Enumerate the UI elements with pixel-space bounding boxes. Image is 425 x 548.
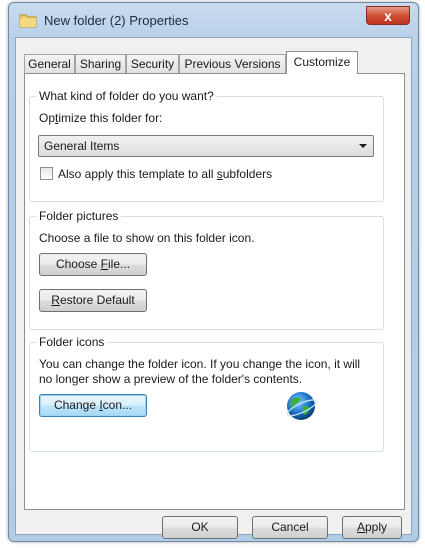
ok-button[interactable]: OK: [162, 516, 238, 539]
dialog-client-area: General Sharing Security Previous Versio…: [15, 37, 412, 539]
optimize-dropdown[interactable]: General Items: [38, 135, 374, 157]
close-button[interactable]: x: [366, 6, 410, 25]
globe-icon: [286, 392, 318, 420]
tab-previous-versions[interactable]: Previous Versions: [179, 54, 286, 73]
folder-icons-description-line2: no longer show a preview of the folder's…: [39, 372, 303, 386]
properties-window: New folder (2) Properties x General Shar…: [8, 2, 419, 542]
cancel-button[interactable]: Cancel: [252, 516, 328, 539]
apply-subfolders-checkbox[interactable]: [40, 167, 53, 180]
tab-sharing[interactable]: Sharing: [75, 54, 126, 73]
tab-customize[interactable]: Customize: [286, 51, 358, 74]
folder-icons-group: Folder icons You can change the folder i…: [29, 335, 384, 452]
choose-file-button[interactable]: Choose File...: [39, 253, 147, 276]
tab-security[interactable]: Security: [126, 54, 179, 73]
folder-type-group-title: What kind of folder do you want?: [36, 89, 217, 103]
restore-default-button[interactable]: Restore Default: [39, 289, 147, 312]
folder-icons-description-line1: You can change the folder icon. If you c…: [39, 357, 361, 371]
window-title: New folder (2) Properties: [44, 13, 189, 28]
optimize-selected-value: General Items: [44, 139, 120, 153]
apply-subfolders-label[interactable]: Also apply this template to all subfolde…: [58, 167, 272, 181]
tab-general[interactable]: General: [24, 54, 75, 73]
dropdown-arrow-icon: [359, 144, 367, 148]
folder-pictures-group-title: Folder pictures: [36, 209, 122, 223]
folder-pictures-group: Folder pictures Choose a file to show on…: [29, 209, 384, 330]
customize-panel: What kind of folder do you want? Optimiz…: [24, 73, 405, 510]
optimize-label: Optimize this folder for:: [39, 111, 163, 125]
folder-icons-group-title: Folder icons: [36, 335, 108, 349]
change-icon-button[interactable]: Change Icon...: [39, 394, 147, 417]
title-bar[interactable]: New folder (2) Properties x: [9, 3, 418, 37]
folder-type-group: What kind of folder do you want? Optimiz…: [29, 89, 384, 202]
folder-icon: [19, 14, 37, 28]
apply-button[interactable]: Apply: [342, 516, 402, 539]
folder-pictures-description: Choose a file to show on this folder ico…: [39, 231, 255, 245]
